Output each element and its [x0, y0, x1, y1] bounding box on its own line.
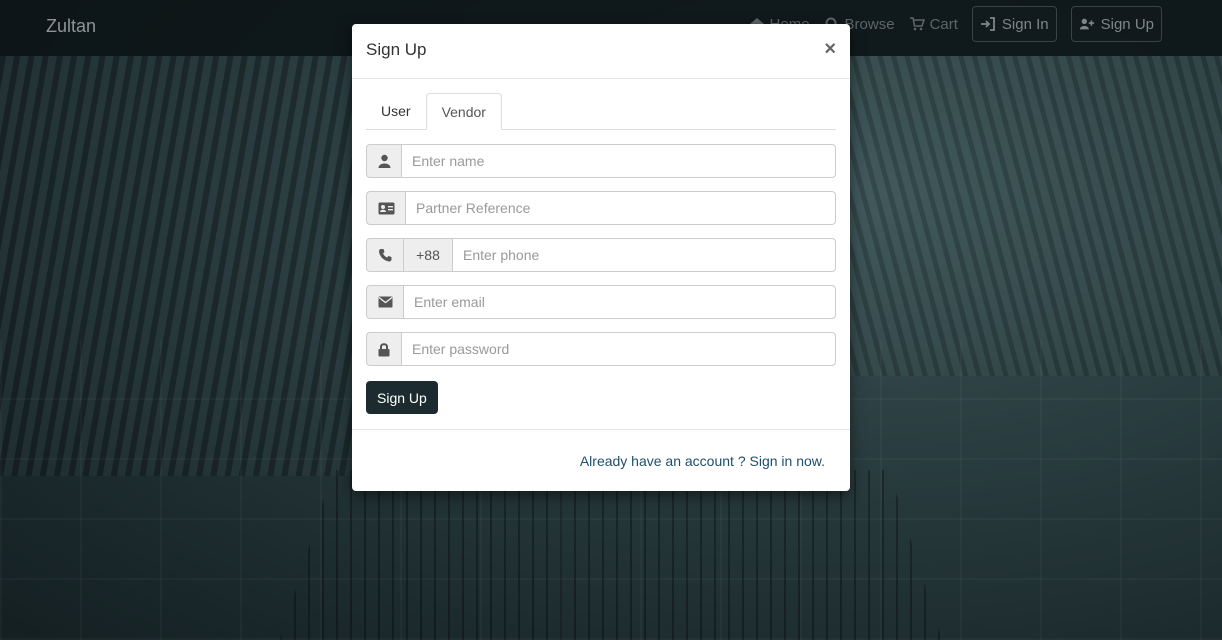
phone-input-group: +88 Enter phone [366, 238, 836, 272]
tab-vendor[interactable]: Vendor [425, 93, 502, 130]
modal-title: Sign Up [366, 40, 427, 59]
phone-icon [366, 238, 403, 272]
modal-body: User Vendor Enter name Partner Reference [352, 79, 850, 428]
name-input[interactable]: Enter name [401, 144, 836, 178]
name-input-group: Enter name [366, 144, 836, 178]
envelope-icon [366, 285, 403, 319]
email-input[interactable]: Enter email [403, 285, 836, 319]
email-input-group: Enter email [366, 285, 836, 319]
partner-input-group: Partner Reference [366, 191, 836, 225]
user-plus-icon [1079, 18, 1094, 30]
close-button[interactable]: × [824, 38, 836, 61]
sign-in-link[interactable]: Already have an account ? Sign in now. [580, 453, 825, 469]
tab-user[interactable]: User [366, 93, 426, 129]
sign-up-label: Sign Up [1100, 15, 1154, 33]
sign-in-button[interactable]: Sign In [971, 6, 1057, 42]
modal-footer: Already have an account ? Sign in now. [352, 429, 850, 491]
sign-in-label: Sign In [1001, 15, 1049, 33]
partner-reference-input[interactable]: Partner Reference [405, 191, 836, 225]
modal-header: Sign Up × [352, 24, 850, 79]
sign-up-modal: Sign Up × User Vendor Enter name Partner… [352, 24, 850, 491]
background-shelf-right [842, 56, 1222, 376]
cart-icon [909, 17, 925, 31]
brand-logo[interactable]: Zultan [46, 16, 96, 37]
password-input-group: Enter password [366, 332, 836, 366]
country-code: +88 [403, 238, 452, 272]
password-input[interactable]: Enter password [401, 332, 836, 366]
sign-in-icon [980, 17, 995, 31]
sign-up-submit-button[interactable]: Sign Up [366, 381, 438, 414]
phone-input[interactable]: Enter phone [452, 238, 836, 272]
nav-link-label: Cart [929, 15, 958, 33]
nav-link-label: Browse [844, 15, 895, 33]
id-card-icon [366, 191, 405, 225]
account-type-tabs: User Vendor [366, 93, 836, 130]
background-cart [280, 470, 942, 640]
sign-up-button[interactable]: Sign Up [1070, 6, 1162, 42]
user-icon [366, 144, 401, 178]
lock-icon [366, 332, 401, 366]
vendor-signup-form: Enter name Partner Reference +88 Enter p… [366, 144, 836, 414]
nav-link-cart[interactable]: Cart [909, 16, 958, 33]
